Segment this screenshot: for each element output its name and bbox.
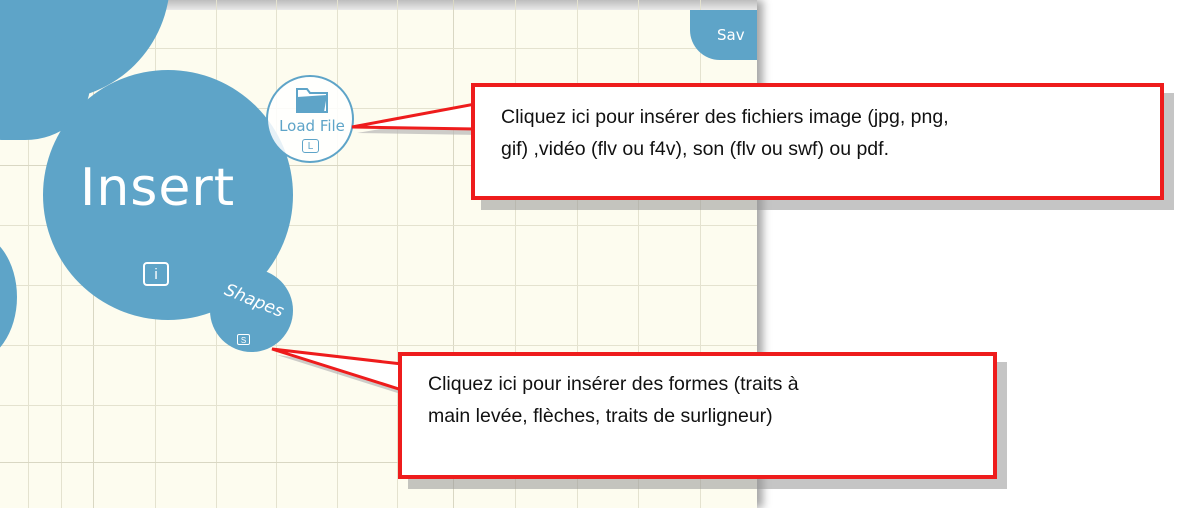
callout-text-line: main levée, flèches, traits de surligneu… xyxy=(428,405,773,427)
callout-shapes: Cliquez ici pour insérer des formes (tra… xyxy=(398,352,997,479)
callout-text-line: Cliquez ici pour insérer des formes (tra… xyxy=(428,373,799,395)
callout-text-line: gif) ,vidéo (flv ou f4v), son (flv ou sw… xyxy=(501,138,889,160)
callout-1-pointer xyxy=(351,102,477,131)
callout-text-line: Cliquez ici pour insérer des fichiers im… xyxy=(501,106,949,128)
callout-load-file: Cliquez ici pour insérer des fichiers im… xyxy=(471,83,1164,200)
callout-2-pointer xyxy=(271,347,404,393)
